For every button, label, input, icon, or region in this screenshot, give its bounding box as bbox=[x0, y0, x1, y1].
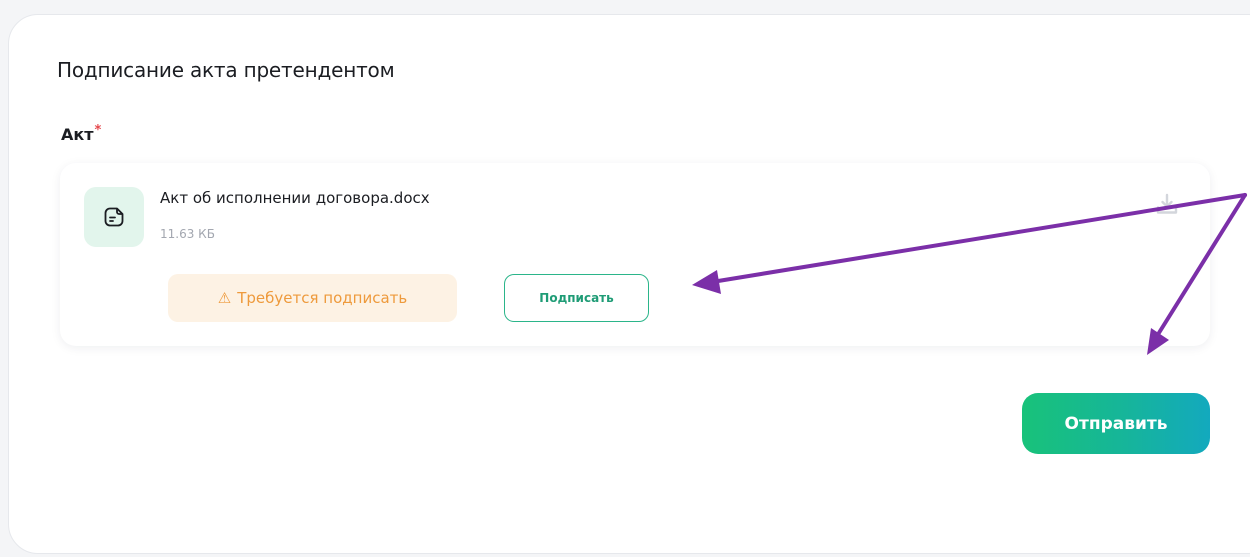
document-icon bbox=[84, 187, 144, 247]
required-mark: * bbox=[94, 123, 102, 138]
status-badge: ⚠ Требуется подписать bbox=[168, 274, 457, 322]
file-name[interactable]: Акт об исполнении договора.docx bbox=[160, 189, 430, 207]
file-size: 11.63 КБ bbox=[160, 227, 215, 241]
download-icon[interactable] bbox=[1154, 191, 1180, 217]
file-card: Акт об исполнении договора.docx 11.63 КБ… bbox=[60, 163, 1210, 346]
send-button[interactable]: Отправить bbox=[1022, 393, 1210, 454]
sign-button[interactable]: Подписать bbox=[504, 274, 649, 322]
status-badge-text: Требуется подписать bbox=[237, 289, 408, 307]
warning-icon: ⚠ bbox=[217, 289, 232, 307]
field-label-act: Акт* bbox=[61, 123, 102, 144]
page-title: Подписание акта претендентом bbox=[57, 58, 395, 82]
field-label-text: Акт bbox=[61, 125, 94, 144]
